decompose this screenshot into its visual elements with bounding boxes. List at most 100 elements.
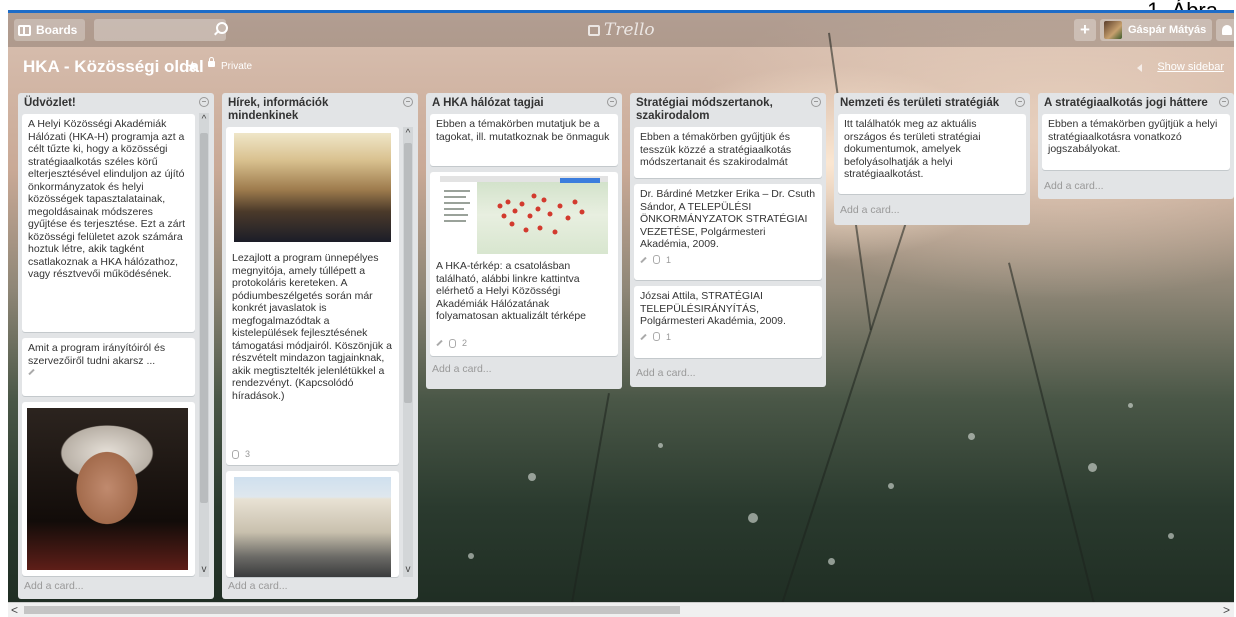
list-card[interactable]: A Helyi Közösségi Akadémiák Hálózati (HK… [22,114,195,332]
trello-logo[interactable]: Trello [588,20,655,40]
bell-icon [1222,25,1232,35]
scroll-up-icon[interactable]: ^ [199,115,209,125]
list-card[interactable] [226,471,399,577]
card-text: A Helyi Közösségi Akadémiák Hálózati (HK… [28,118,185,280]
attachment-count: 2 [462,338,468,348]
scroll-down-icon[interactable]: v [199,565,209,575]
attachment-count: 3 [245,449,251,459]
list-card[interactable]: Ebben a témakörben mutatjuk be a tagokat… [430,114,618,166]
boards-button[interactable]: Boards [14,19,86,41]
trello-window: Boards Trello + Gáspár Mátyás HKA - Közö… [8,10,1234,617]
list-card[interactable]: Ebben a témakörben gyűjtjük a helyi stra… [1042,114,1230,170]
list-title: Hírek, információk mindenkinek [222,93,418,123]
list-title-text[interactable]: Üdvözlet! [24,97,76,109]
attachment-icon [653,255,660,264]
list-title-text[interactable]: A HKA hálózat tagjai [432,97,544,109]
card-text: Ebben a témakörben gyűjtjük és tesszük k… [640,131,792,168]
dew-drop [1088,463,1097,472]
add-card-link[interactable]: Add a card... [840,204,900,216]
search-input[interactable] [94,19,226,41]
card-text: Amit a program irányítóiról és szervezői… [28,342,166,367]
card-text: Ebben a témakörben gyűjtjük a helyi stra… [1048,118,1218,155]
scroll-up-icon[interactable]: ^ [403,129,413,139]
dew-drop [1128,403,1133,408]
add-card-link[interactable]: Add a card... [432,363,492,375]
scrollbar-thumb[interactable] [404,143,412,403]
list-hirek: Hírek, információk mindenkinek Lezajlott… [222,93,418,599]
list-menu-icon[interactable] [607,97,617,107]
card-badges: 3 [226,449,256,463]
list-card[interactable]: Ebben a témakörben gyűjtjük és tesszük k… [634,127,822,178]
grass-stalk [566,393,610,617]
list-title-text[interactable]: Hírek, információk mindenkinek [228,97,328,122]
lock-icon [208,57,215,67]
scroll-right-icon[interactable]: > [1223,603,1230,617]
list-udvozlet: Üdvözlet! A Helyi Közösségi Akadémiák Há… [18,93,214,599]
attachment-icon [653,332,660,341]
dew-drop [828,558,835,565]
scroll-down-icon[interactable]: v [403,565,413,575]
trello-logo-icon [588,24,600,36]
list-scrollbar[interactable]: ^ v [403,127,413,577]
logo-text: Trello [604,20,655,40]
arrow-left-icon [1137,64,1142,72]
board-horizontal-scrollbar[interactable]: < > [8,602,1234,617]
card-cover-photo [234,477,391,577]
add-card-link[interactable]: Add a card... [636,367,696,379]
list-hka-tagjai: A HKA hálózat tagjai Ebben a témakörben … [426,93,622,389]
card-badges: 2 [430,338,473,352]
attachment-count: 1 [666,254,672,265]
list-card[interactable]: Lezajlott a program ünnepélyes megnyitój… [226,127,399,465]
scrollbar-thumb[interactable] [200,133,208,503]
boards-label: Boards [36,23,78,37]
attachment-icon [232,449,239,459]
card-badges: 1 [634,255,822,269]
card-text: Dr. Bárdiné Metzker Erika – Dr. Csuth Sá… [640,188,816,250]
list-nemzeti-strategiak: Nemzeti és területi stratégiák Itt talál… [834,93,1030,225]
add-card-link[interactable]: Add a card... [24,580,84,592]
add-button[interactable]: + [1074,19,1096,41]
search-icon[interactable] [216,22,228,34]
card-badges: 1 [634,332,822,346]
list-card[interactable] [22,402,195,576]
list-card[interactable]: Amit a program irányítóiról és szervezői… [22,338,195,396]
list-title: Stratégiai módszertanok, szakirodalom [630,93,826,123]
list-card[interactable]: Józsai Attila, STRATÉGIAI TELEPÜLÉSIRÁNY… [634,286,822,358]
scroll-left-icon[interactable]: < [11,603,18,617]
attachment-count: 1 [666,331,672,342]
list-menu-icon[interactable] [199,97,209,107]
board-title[interactable]: HKA - Közösségi oldal [23,57,204,77]
scrollbar-thumb[interactable] [24,606,680,614]
card-text: Ebben a témakörben mutatjuk be a tagokat… [436,118,610,143]
card-badges [22,368,195,377]
list-card[interactable]: A HKA-térkép: a csatolásban található, a… [430,172,618,356]
list-title: Üdvözlet! [18,93,214,110]
list-title-text[interactable]: Stratégiai módszertanok, szakirodalom [636,97,773,122]
add-card-link[interactable]: Add a card... [228,580,288,592]
list-card[interactable]: Dr. Bárdiné Metzker Erika – Dr. Csuth Sá… [634,184,822,280]
visibility-button[interactable]: Private [221,61,252,72]
list-title: Nemzeti és területi stratégiák [834,93,1030,110]
list-menu-icon[interactable] [1219,97,1229,107]
list-card[interactable]: Itt találhatók meg az aktuális országos … [838,114,1026,194]
card-text: Józsai Attila, STRATÉGIAI TELEPÜLÉSIRÁNY… [640,290,786,327]
card-text: Itt találhatók meg az aktuális országos … [844,118,981,180]
list-title-text[interactable]: A stratégiaalkotás jogi háttere [1044,97,1208,109]
pencil-icon [436,339,443,347]
list-jogi-hatter: A stratégiaalkotás jogi háttere Ebben a … [1038,93,1234,199]
user-menu-button[interactable]: Gáspár Mátyás [1100,19,1212,41]
add-card-link[interactable]: Add a card... [1044,180,1104,192]
notifications-button[interactable] [1216,19,1234,41]
dew-drop [528,473,536,481]
card-text: A HKA-térkép: a csatolásban található, a… [436,260,586,322]
dew-drop [888,483,894,489]
list-menu-icon[interactable] [403,97,413,107]
show-sidebar-link[interactable]: Show sidebar [1157,61,1224,73]
card-cover-map [440,176,608,254]
list-menu-icon[interactable] [1015,97,1025,107]
avatar [1104,21,1122,39]
list-scrollbar[interactable]: ^ v [199,113,209,577]
list-title-text[interactable]: Nemzeti és területi stratégiák [840,97,999,109]
list-menu-icon[interactable] [811,97,821,107]
star-icon[interactable]: ★ [186,58,199,75]
